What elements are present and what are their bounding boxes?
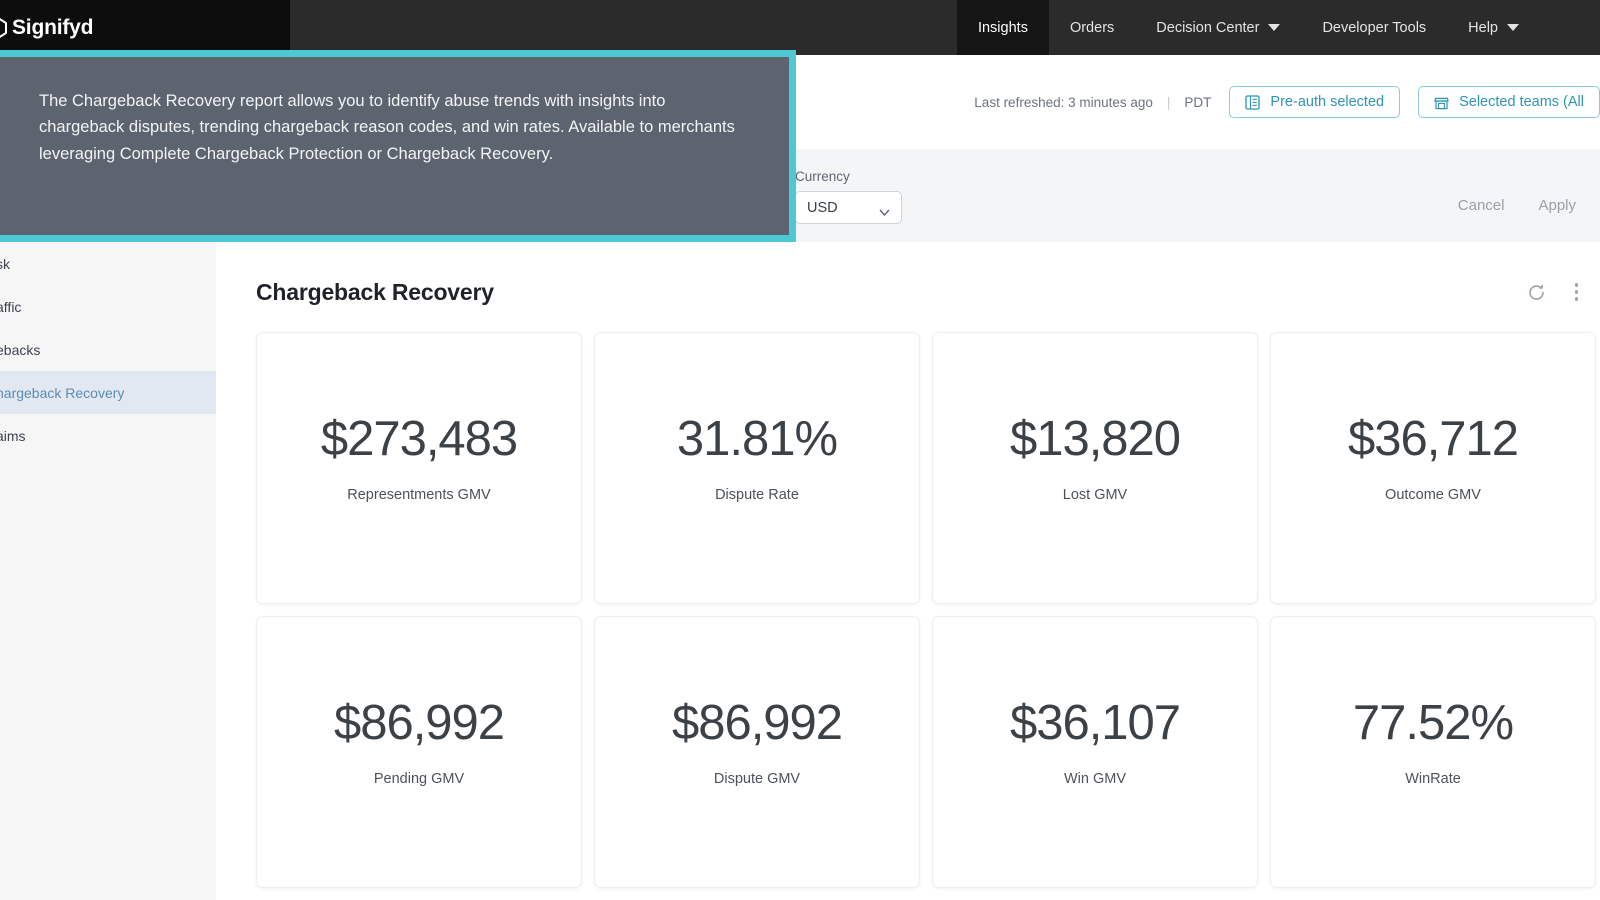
- pre-auth-selected-label: Pre-auth selected: [1270, 94, 1384, 110]
- sidebar-item-label: aims: [0, 428, 26, 444]
- sidebar-item-chargebacks[interactable]: ebacks: [0, 328, 216, 371]
- kpi-value: 31.81%: [677, 415, 837, 464]
- nav-items: Insights Orders Decision Center Develope…: [957, 0, 1540, 55]
- currency-label: Currency: [795, 169, 902, 184]
- top-navigation-bar: Signifyd Insights Orders Decision Center…: [0, 0, 1600, 55]
- currency-select[interactable]: USD: [795, 191, 902, 224]
- sidebar-item-risk[interactable]: sk: [0, 242, 216, 285]
- kebab-menu-icon[interactable]: [1575, 283, 1579, 301]
- sidebar: sk affic ebacks hargeback Recovery aims: [0, 242, 216, 900]
- list-panel-icon: [1245, 95, 1260, 110]
- sidebar-item-claims[interactable]: aims: [0, 414, 216, 457]
- kpi-value: $273,483: [321, 415, 517, 464]
- kpi-card-lost-gmv[interactable]: $13,820 Lost GMV: [932, 332, 1258, 604]
- kpi-card-outcome-gmv[interactable]: $36,712 Outcome GMV: [1270, 332, 1596, 604]
- meta-separator: |: [1167, 95, 1171, 110]
- tooltip-text: The Chargeback Recovery report allows yo…: [39, 88, 755, 167]
- kpi-label: Pending GMV: [374, 771, 464, 787]
- kebab-dot: [1575, 290, 1579, 294]
- content-header: Chargeback Recovery: [256, 274, 1600, 310]
- kpi-card-win-gmv[interactable]: $36,107 Win GMV: [932, 616, 1258, 888]
- selected-teams-button[interactable]: Selected teams (All: [1418, 86, 1600, 118]
- chevron-down-icon: [879, 204, 890, 211]
- sidebar-item-label: ebacks: [0, 342, 40, 358]
- nav-tail: [1540, 0, 1600, 55]
- kpi-label: Outcome GMV: [1385, 487, 1481, 503]
- refresh-meta: Last refreshed: 3 minutes ago | PDT: [974, 95, 1211, 110]
- sidebar-item-label: affic: [0, 299, 21, 315]
- nav-item-developer-tools[interactable]: Developer Tools: [1301, 0, 1447, 55]
- nav-spacer: [290, 0, 957, 55]
- kpi-card-grid: $273,483 Representments GMV 31.81% Dispu…: [256, 332, 1600, 888]
- cancel-button[interactable]: Cancel: [1458, 197, 1505, 214]
- kpi-value: 77.52%: [1353, 699, 1513, 748]
- pre-auth-selected-button[interactable]: Pre-auth selected: [1229, 86, 1400, 118]
- kpi-card-pending-gmv[interactable]: $86,992 Pending GMV: [256, 616, 582, 888]
- kebab-dot: [1575, 297, 1579, 301]
- nav-item-orders[interactable]: Orders: [1049, 0, 1135, 55]
- sidebar-item-chargeback-recovery[interactable]: hargeback Recovery: [0, 371, 216, 414]
- report-description-tooltip: The Chargeback Recovery report allows yo…: [0, 50, 796, 242]
- kpi-label: Dispute Rate: [715, 487, 799, 503]
- nav-item-label: Insights: [978, 20, 1028, 36]
- apply-button[interactable]: Apply: [1538, 197, 1576, 214]
- kpi-card-winrate[interactable]: 77.52% WinRate: [1270, 616, 1596, 888]
- store-icon: [1434, 95, 1449, 110]
- kpi-value: $86,992: [334, 699, 504, 748]
- kpi-card-dispute-gmv[interactable]: $86,992 Dispute GMV: [594, 616, 920, 888]
- page-title: Chargeback Recovery: [256, 279, 494, 306]
- nav-item-label: Help: [1468, 20, 1498, 36]
- brand-logo[interactable]: Signifyd: [0, 0, 290, 55]
- sidebar-item-label: hargeback Recovery: [0, 385, 124, 401]
- app-root: Signifyd Insights Orders Decision Center…: [0, 0, 1600, 900]
- kebab-dot: [1575, 283, 1579, 287]
- nav-item-insights[interactable]: Insights: [957, 0, 1049, 55]
- kpi-label: Win GMV: [1064, 771, 1126, 787]
- nav-item-label: Developer Tools: [1322, 20, 1426, 36]
- nav-item-decision-center[interactable]: Decision Center: [1135, 0, 1301, 55]
- refresh-icon[interactable]: [1526, 282, 1547, 303]
- kpi-label: Dispute GMV: [714, 771, 800, 787]
- kpi-value: $36,712: [1348, 415, 1518, 464]
- chevron-down-icon: [1268, 24, 1280, 31]
- nav-item-label: Orders: [1070, 20, 1114, 36]
- kpi-label: WinRate: [1405, 771, 1461, 787]
- last-refreshed-text: Last refreshed: 3 minutes ago: [974, 95, 1153, 110]
- currency-filter: Currency USD: [795, 169, 902, 224]
- signifyd-diamond-logo-icon: [0, 15, 8, 41]
- nav-item-label: Decision Center: [1156, 20, 1259, 36]
- brand-name: Signifyd: [12, 16, 93, 40]
- timezone-label: PDT: [1184, 95, 1211, 110]
- kpi-card-dispute-rate[interactable]: 31.81% Dispute Rate: [594, 332, 920, 604]
- content-header-actions: [1526, 282, 1600, 303]
- kpi-value: $36,107: [1010, 699, 1180, 748]
- currency-value: USD: [807, 200, 838, 216]
- kpi-label: Representments GMV: [347, 487, 490, 503]
- chevron-down-icon: [1507, 24, 1519, 31]
- selected-teams-label: Selected teams (All: [1459, 94, 1584, 110]
- kpi-value: $86,992: [672, 699, 842, 748]
- kpi-card-representments-gmv[interactable]: $273,483 Representments GMV: [256, 332, 582, 604]
- kpi-value: $13,820: [1010, 415, 1180, 464]
- sidebar-item-traffic[interactable]: affic: [0, 285, 216, 328]
- nav-item-help[interactable]: Help: [1447, 0, 1540, 55]
- sidebar-item-label: sk: [0, 256, 10, 272]
- main-content: Chargeback Recovery $273,483 Repres: [216, 242, 1600, 900]
- filter-actions: Cancel Apply: [1458, 149, 1600, 214]
- kpi-label: Lost GMV: [1063, 487, 1127, 503]
